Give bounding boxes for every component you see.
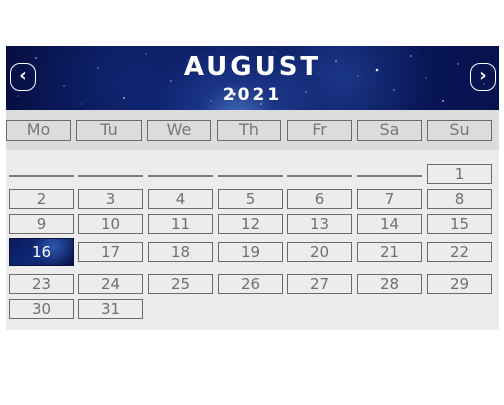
day-cell[interactable]: 7 (357, 189, 422, 209)
day-cell[interactable]: 12 (218, 214, 283, 234)
day-cell[interactable]: 4 (148, 189, 213, 209)
weekday-th: Th (217, 120, 281, 141)
weekday-fr: Fr (287, 120, 352, 141)
day-cell[interactable]: 19 (218, 242, 283, 262)
day-cell[interactable]: 30 (9, 299, 74, 319)
weekday-sa: Sa (357, 120, 422, 141)
empty-day-slot (9, 175, 74, 177)
empty-day-slot (357, 175, 422, 177)
day-cell[interactable]: 5 (218, 189, 283, 209)
day-cell[interactable]: 31 (78, 299, 143, 319)
day-cell[interactable]: 26 (218, 274, 283, 294)
day-cell[interactable]: 2 (9, 189, 74, 209)
day-cell[interactable]: 10 (78, 214, 143, 234)
empty-day-slot (148, 175, 213, 177)
empty-day-slot (218, 175, 283, 177)
weekday-mo: Mo (6, 120, 71, 141)
day-cell[interactable]: 24 (78, 274, 143, 294)
day-cell[interactable]: 23 (9, 274, 74, 294)
day-cell[interactable]: 18 (148, 242, 213, 262)
day-cell-selected[interactable]: 16 (9, 238, 74, 266)
weekday-we: We (147, 120, 211, 141)
month-title: AUGUST (183, 52, 322, 82)
empty-day-slot (78, 175, 143, 177)
day-cell[interactable]: 1 (427, 164, 492, 184)
weekday-tu: Tu (76, 120, 142, 141)
day-cell[interactable]: 21 (357, 242, 422, 262)
day-cell[interactable]: 3 (78, 189, 143, 209)
year-title: 2021 (222, 85, 283, 105)
day-cell[interactable]: 6 (287, 189, 352, 209)
day-cell[interactable]: 22 (427, 242, 492, 262)
day-cell[interactable]: 17 (78, 242, 143, 262)
weekday-header-row: Mo Tu We Th Fr Sa Su (6, 110, 499, 150)
day-cell[interactable]: 13 (287, 214, 352, 234)
calendar-widget: ‹ AUGUST 2021 › Mo Tu We Th Fr Sa Su 123… (6, 46, 499, 330)
day-cell[interactable]: 27 (287, 274, 352, 294)
empty-day-slot (287, 175, 352, 177)
calendar-header: ‹ AUGUST 2021 › (6, 46, 499, 110)
weekday-su: Su (427, 120, 492, 141)
day-cell[interactable]: 25 (148, 274, 213, 294)
day-cell[interactable]: 9 (9, 214, 74, 234)
next-month-button[interactable]: › (470, 63, 496, 91)
day-cell[interactable]: 28 (357, 274, 422, 294)
day-cell[interactable]: 14 (357, 214, 422, 234)
day-cell[interactable]: 29 (427, 274, 492, 294)
day-cell[interactable]: 11 (148, 214, 213, 234)
day-cell[interactable]: 15 (427, 214, 492, 234)
day-cell[interactable]: 8 (427, 189, 492, 209)
day-cell[interactable]: 20 (287, 242, 352, 262)
